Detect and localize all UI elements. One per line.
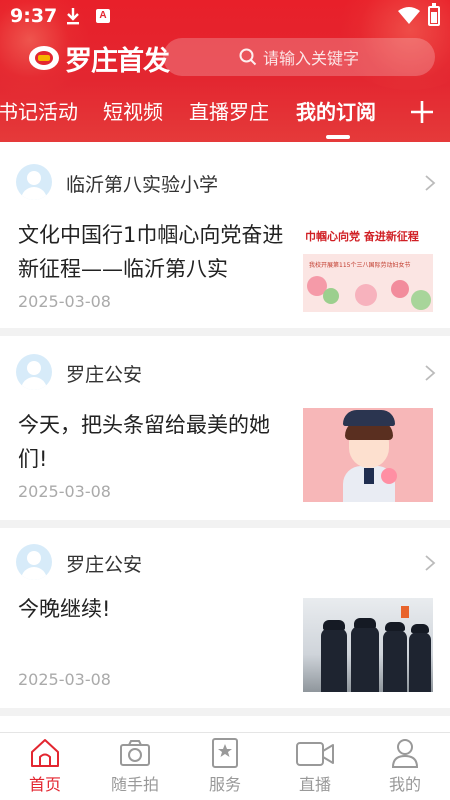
- app-header: 9:37 A 罗庄首发 请输入关键字 书记活动 短视频 直播罗庄 我的订阅: [0, 0, 450, 142]
- source-name: 罗庄公安: [66, 554, 143, 576]
- nav-live-label: 直播: [298, 775, 331, 794]
- chevron-right-icon: [425, 175, 436, 191]
- thumbnail-subline: 我校开展第115个三八国际劳动妇女节: [309, 262, 411, 269]
- status-bar: 9:37 A: [0, 0, 450, 34]
- feed-card-partial: [0, 716, 450, 732]
- avatar: [16, 354, 52, 390]
- notification-a-icon: A: [96, 9, 110, 23]
- source-name: 罗庄公安: [66, 364, 143, 386]
- source-name: 临沂第八实验小学: [66, 174, 219, 196]
- brand-name: 罗庄首发: [65, 45, 170, 76]
- video-icon: [296, 742, 334, 766]
- card-divider: [0, 708, 450, 716]
- download-icon: [67, 8, 79, 25]
- tab-my-subscription[interactable]: 我的订阅: [296, 96, 376, 125]
- card-divider: [0, 520, 450, 528]
- home-icon: [31, 739, 59, 767]
- article-date: 2025-03-08: [18, 292, 111, 311]
- tab-live-luozhuang[interactable]: 直播罗庄: [189, 96, 269, 125]
- brand-logo[interactable]: 罗庄首发: [28, 40, 170, 76]
- article-title[interactable]: 今晚继续!: [18, 592, 286, 626]
- article-date: 2025-03-08: [18, 670, 111, 689]
- camera-icon: [120, 740, 150, 766]
- nav-snapshot-label: 随手拍: [110, 775, 159, 794]
- article-title[interactable]: 文化中国行1巾帼心向党奋进新征程——临沂第八实: [18, 218, 286, 286]
- search-icon: [239, 48, 257, 66]
- nav-live[interactable]: 直播: [270, 733, 360, 800]
- nav-mine-label: 我的: [388, 775, 421, 794]
- user-icon: [391, 739, 419, 768]
- card-source-row[interactable]: 临沂第八实验小学: [0, 142, 450, 200]
- chevron-right-icon: [425, 555, 436, 571]
- tab-shuji-activity[interactable]: 书记活动: [0, 96, 78, 125]
- feed-card[interactable]: 罗庄公安 今天，把头条留给最美的她们! 2025-03-08: [0, 336, 450, 520]
- search-placeholder: 请输入关键字: [262, 49, 359, 68]
- article-thumbnail[interactable]: [303, 598, 433, 692]
- service-icon: [212, 738, 238, 768]
- subscription-feed[interactable]: 临沂第八实验小学 文化中国行1巾帼心向党奋进新征程——临沂第八实 2025-03…: [0, 142, 450, 732]
- card-source-row[interactable]: 罗庄公安: [0, 336, 450, 392]
- battery-icon: [428, 3, 440, 26]
- nav-service[interactable]: 服务: [180, 733, 270, 800]
- chevron-right-icon: [425, 365, 436, 381]
- article-title[interactable]: 今天，把头条留给最美的她们!: [18, 408, 286, 476]
- wifi-icon: [398, 7, 420, 24]
- avatar: [16, 164, 52, 200]
- nav-service-label: 服务: [208, 775, 241, 794]
- card-divider: [0, 328, 450, 336]
- tab-short-video[interactable]: 短视频: [103, 96, 163, 125]
- article-thumbnail[interactable]: [303, 408, 433, 502]
- search-bar[interactable]: 请输入关键字: [163, 38, 435, 76]
- thumbnail-headline: 巾帼心向党 奋进新征程: [305, 230, 419, 243]
- nav-snapshot[interactable]: 随手拍: [90, 733, 180, 800]
- nav-home[interactable]: 首页: [0, 733, 90, 800]
- nav-home-label: 首页: [28, 775, 61, 794]
- add-channel-icon[interactable]: [408, 96, 436, 126]
- card-source-row[interactable]: 罗庄公安: [0, 528, 450, 584]
- article-date: 2025-03-08: [18, 482, 111, 501]
- article-thumbnail[interactable]: 巾帼心向党 奋进新征程 我校开展第115个三八国际劳动妇女节: [303, 218, 433, 312]
- status-time: 9:37: [10, 5, 58, 27]
- brand-logo-icon: [29, 46, 59, 70]
- bottom-navigation: 首页 随手拍 服务 直播 我的: [0, 732, 450, 800]
- feed-card[interactable]: 罗庄公安 今晚继续! 2025-03-08: [0, 528, 450, 708]
- feed-card[interactable]: 临沂第八实验小学 文化中国行1巾帼心向党奋进新征程——临沂第八实 2025-03…: [0, 142, 450, 328]
- active-tab-indicator: [326, 135, 350, 139]
- avatar: [16, 544, 52, 580]
- nav-mine[interactable]: 我的: [360, 733, 450, 800]
- channel-tabs: 书记活动 短视频 直播罗庄 我的订阅: [0, 96, 450, 132]
